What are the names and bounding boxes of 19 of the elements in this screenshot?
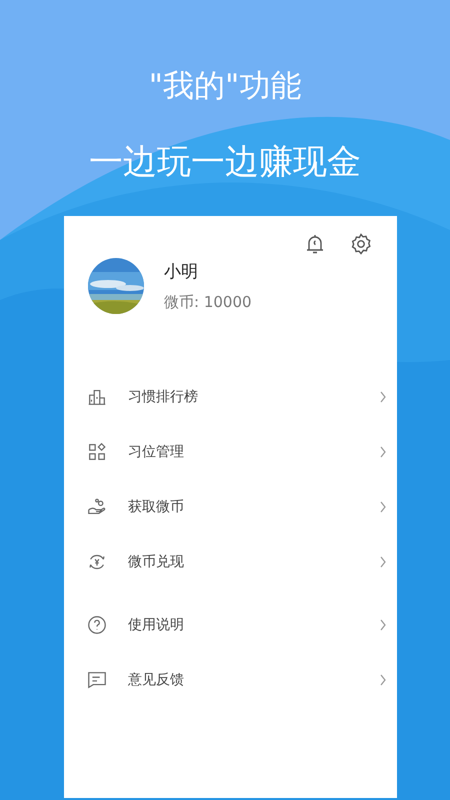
menu-item[interactable]: 使用说明 [64,597,397,652]
menu-item[interactable]: 获取微币 [64,479,397,534]
chevron-icon [379,618,387,630]
chevron-icon [379,674,387,686]
user-name: 小明 [164,261,199,283]
question-icon [86,614,108,636]
menu-item[interactable]: 微币兑现 [64,534,397,589]
subheadline: 一边玩一边赚现金 [89,141,361,184]
coin-balance: 微币: 10000 [164,293,252,312]
chevron-icon [379,500,387,512]
menu-item[interactable]: 意见反馈 [64,652,397,707]
chevron-icon [379,390,387,402]
headline: "我的"功能 [148,67,302,106]
chevron-icon [379,556,387,568]
grid-icon [86,440,108,462]
menu-item[interactable]: 习位管理 [64,424,397,479]
menu-item[interactable]: 习惯排行榜 [64,369,397,424]
chevron-icon [379,446,387,458]
settings-icon[interactable] [349,232,373,256]
